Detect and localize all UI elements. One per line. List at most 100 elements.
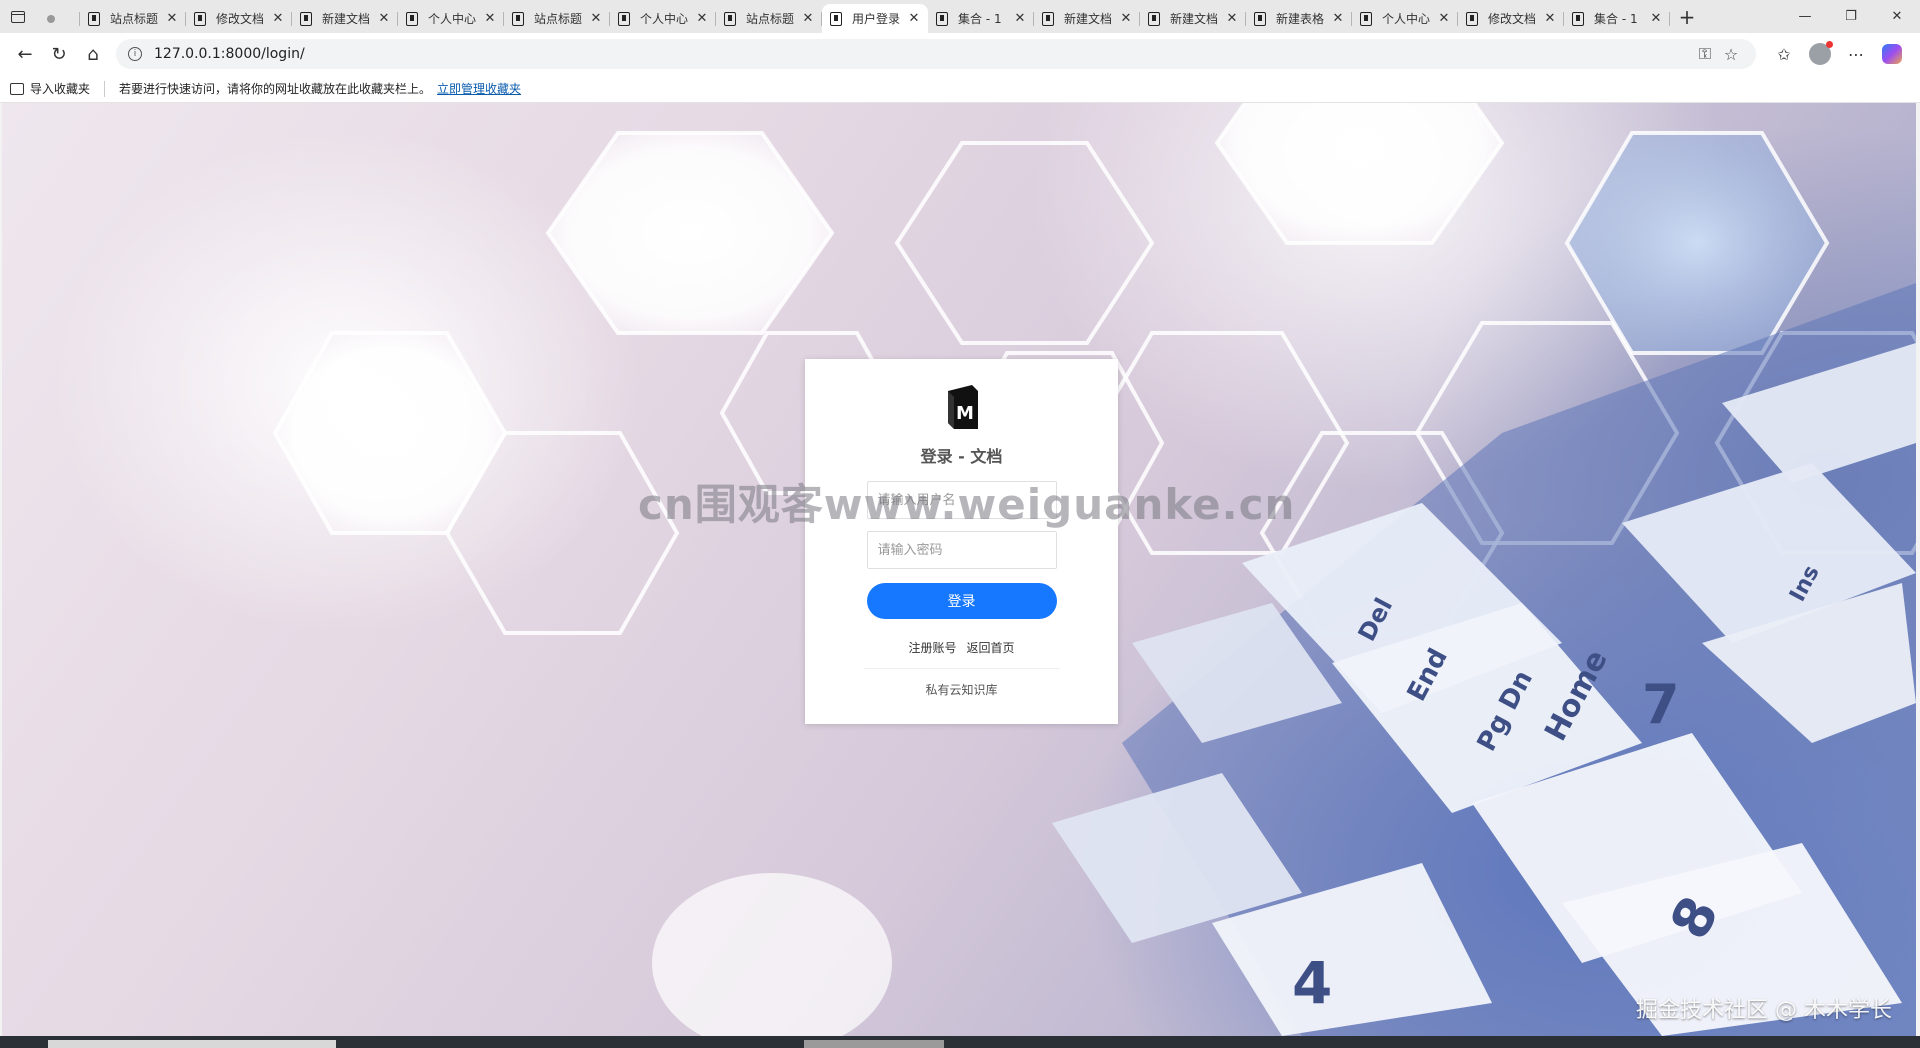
home-icon: ⌂ [87,43,99,65]
restore-button[interactable]: ❐ [1828,0,1874,33]
url-input[interactable] [154,46,1692,62]
tab-favicon-icon [1572,11,1584,26]
card-divider [863,668,1060,669]
site-info-icon[interactable]: i [128,47,142,61]
tab-active[interactable]: 用户登录 ✕ [822,4,928,33]
tab-title: 站点标题 [746,12,795,26]
tab-close-icon[interactable]: ✕ [376,11,392,26]
import-favorites-label: 导入收藏夹 [30,82,91,96]
tab-title: 个人中心 [640,12,689,26]
login-button[interactable]: 登录 [866,583,1057,619]
toolbar-right: ✩ ⋯ [1766,38,1910,70]
favorites-hint: 若要进行快速访问，请将你的网址收藏放在此收藏夹栏上。 [119,82,432,96]
tab-favicon-icon [936,11,948,26]
tab-favicon-icon [1042,11,1054,26]
tab-close-icon[interactable]: ✕ [1012,11,1028,26]
favorites-bar: 导入收藏夹 若要进行快速访问，请将你的网址收藏放在此收藏夹栏上。 立即管理收藏夹 [0,75,1920,103]
tab[interactable]: 站点标题 ✕ [504,4,610,33]
minimize-button[interactable]: — [1782,0,1828,33]
favorite-star-icon[interactable]: ☆ [1718,45,1744,64]
tab[interactable]: 站点标题 ✕ [80,4,186,33]
tab-list: 站点标题 ✕ 修改文档 ✕ 新建文档 ✕ 个人中心 ✕ 站点标题 ✕ 个人中心 ✕ 站点标题 ✕ 用户登录 ✕… [36,0,1670,33]
tab-close-icon[interactable]: ✕ [1224,11,1240,26]
tab-close-icon[interactable]: ✕ [800,11,816,26]
tab[interactable]: 修改文档 ✕ [1458,4,1564,33]
tab[interactable]: 个人中心 ✕ [398,4,504,33]
tab-favicon-icon [194,11,206,26]
tab[interactable] [36,4,80,33]
logo-letter: M [956,403,974,424]
tab-favicon-icon [1254,11,1266,26]
login-page-background: Home 8 7 4 Pg Dn End Del Ins M 登录 - 文档 登… [2,103,1916,1036]
key-label: 4 [1292,949,1332,1017]
refresh-icon: ↻ [51,43,67,65]
tab-close-icon[interactable]: ✕ [588,11,604,26]
tab-title: 新建文档 [322,12,371,26]
tab-actions-icon [11,10,25,23]
tab-close-icon[interactable]: ✕ [694,11,710,26]
back-button[interactable]: ← [8,38,42,70]
close-window-button[interactable]: ✕ [1874,0,1920,33]
tab[interactable]: 新建文档 ✕ [292,4,398,33]
avatar-icon [1809,41,1833,65]
tab[interactable]: 新建文档 ✕ [1140,4,1246,33]
tab[interactable]: 集合 - 1 ✕ [928,4,1034,33]
login-card: M 登录 - 文档 登录 注册账号 返回首页 私有云知识库 [805,359,1118,724]
tab-close-icon[interactable]: ✕ [1330,11,1346,26]
tab-close-icon[interactable]: ✕ [482,11,498,26]
tab-favicon-icon [1360,11,1372,26]
copilot-icon [1882,44,1902,64]
tab-favicon-icon [300,11,312,26]
tab-close-icon[interactable]: ✕ [906,11,922,26]
book-logo-icon: M [947,385,978,429]
tab-close-icon[interactable]: ✕ [1648,11,1664,26]
tab-close-icon[interactable]: ✕ [270,11,286,26]
tab-title: 用户登录 [852,12,901,26]
tab-favicon-icon [512,11,524,26]
back-arrow-icon: ← [17,43,33,65]
tab[interactable]: 个人中心 ✕ [1352,4,1458,33]
tab-favicon-icon [1148,11,1160,26]
tab[interactable]: 修改文档 ✕ [186,4,292,33]
key-label: 7 [1642,673,1680,736]
tab-close-icon[interactable]: ✕ [1436,11,1452,26]
refresh-button[interactable]: ↻ [42,38,76,70]
taskbar-segment [804,1040,944,1048]
tab[interactable]: 站点标题 ✕ [716,4,822,33]
new-tab-button[interactable]: + [1670,0,1704,33]
home-link[interactable]: 返回首页 [967,639,1015,656]
tab[interactable]: 集合 - 1 ✕ [1564,4,1670,33]
tab-title: 新建文档 [1170,12,1219,26]
login-title: 登录 - 文档 [920,447,1003,466]
tab[interactable]: 新建文档 ✕ [1034,4,1140,33]
more-button[interactable]: ⋯ [1838,38,1874,70]
tab-strip: 站点标题 ✕ 修改文档 ✕ 新建文档 ✕ 个人中心 ✕ 站点标题 ✕ 个人中心 ✕ 站点标题 ✕ 用户登录 ✕… [0,0,1920,33]
tab-title: 集合 - 1 [958,12,1002,26]
taskbar-strip [0,1036,1920,1048]
key-icon[interactable]: ⚿ [1692,44,1718,64]
home-button[interactable]: ⌂ [76,38,110,70]
password-input[interactable] [866,531,1057,569]
import-favorites-icon [10,82,24,95]
taskbar-segment [48,1040,336,1048]
tab-title: 新建文档 [1064,12,1113,26]
tab-close-icon[interactable]: ✕ [164,11,180,26]
tab-close-icon[interactable]: ✕ [1542,11,1558,26]
tab-favicon-icon [88,11,100,26]
credit-watermark: 掘金技术社区 @ 木木学长 [1636,998,1892,1023]
register-link[interactable]: 注册账号 [908,639,956,656]
copilot-button[interactable] [1874,38,1910,70]
login-footer: 私有云知识库 [925,683,998,697]
favorites-button[interactable]: ✩ [1766,38,1802,70]
tab[interactable]: 新建表格 ✕ [1246,4,1352,33]
tab-title: 站点标题 [110,12,159,26]
address-bar[interactable]: i ⚿ ☆ [116,39,1756,69]
tab[interactable]: 个人中心 ✕ [610,4,716,33]
tab-close-icon[interactable]: ✕ [1118,11,1134,26]
manage-favorites-link[interactable]: 立即管理收藏夹 [437,80,521,97]
tab-favicon-icon [830,11,842,26]
import-favorites-button[interactable]: 导入收藏夹 [10,80,90,97]
tab-actions-button[interactable] [0,0,36,33]
profile-button[interactable] [1802,38,1838,70]
tab-favicon-icon [1466,11,1478,26]
